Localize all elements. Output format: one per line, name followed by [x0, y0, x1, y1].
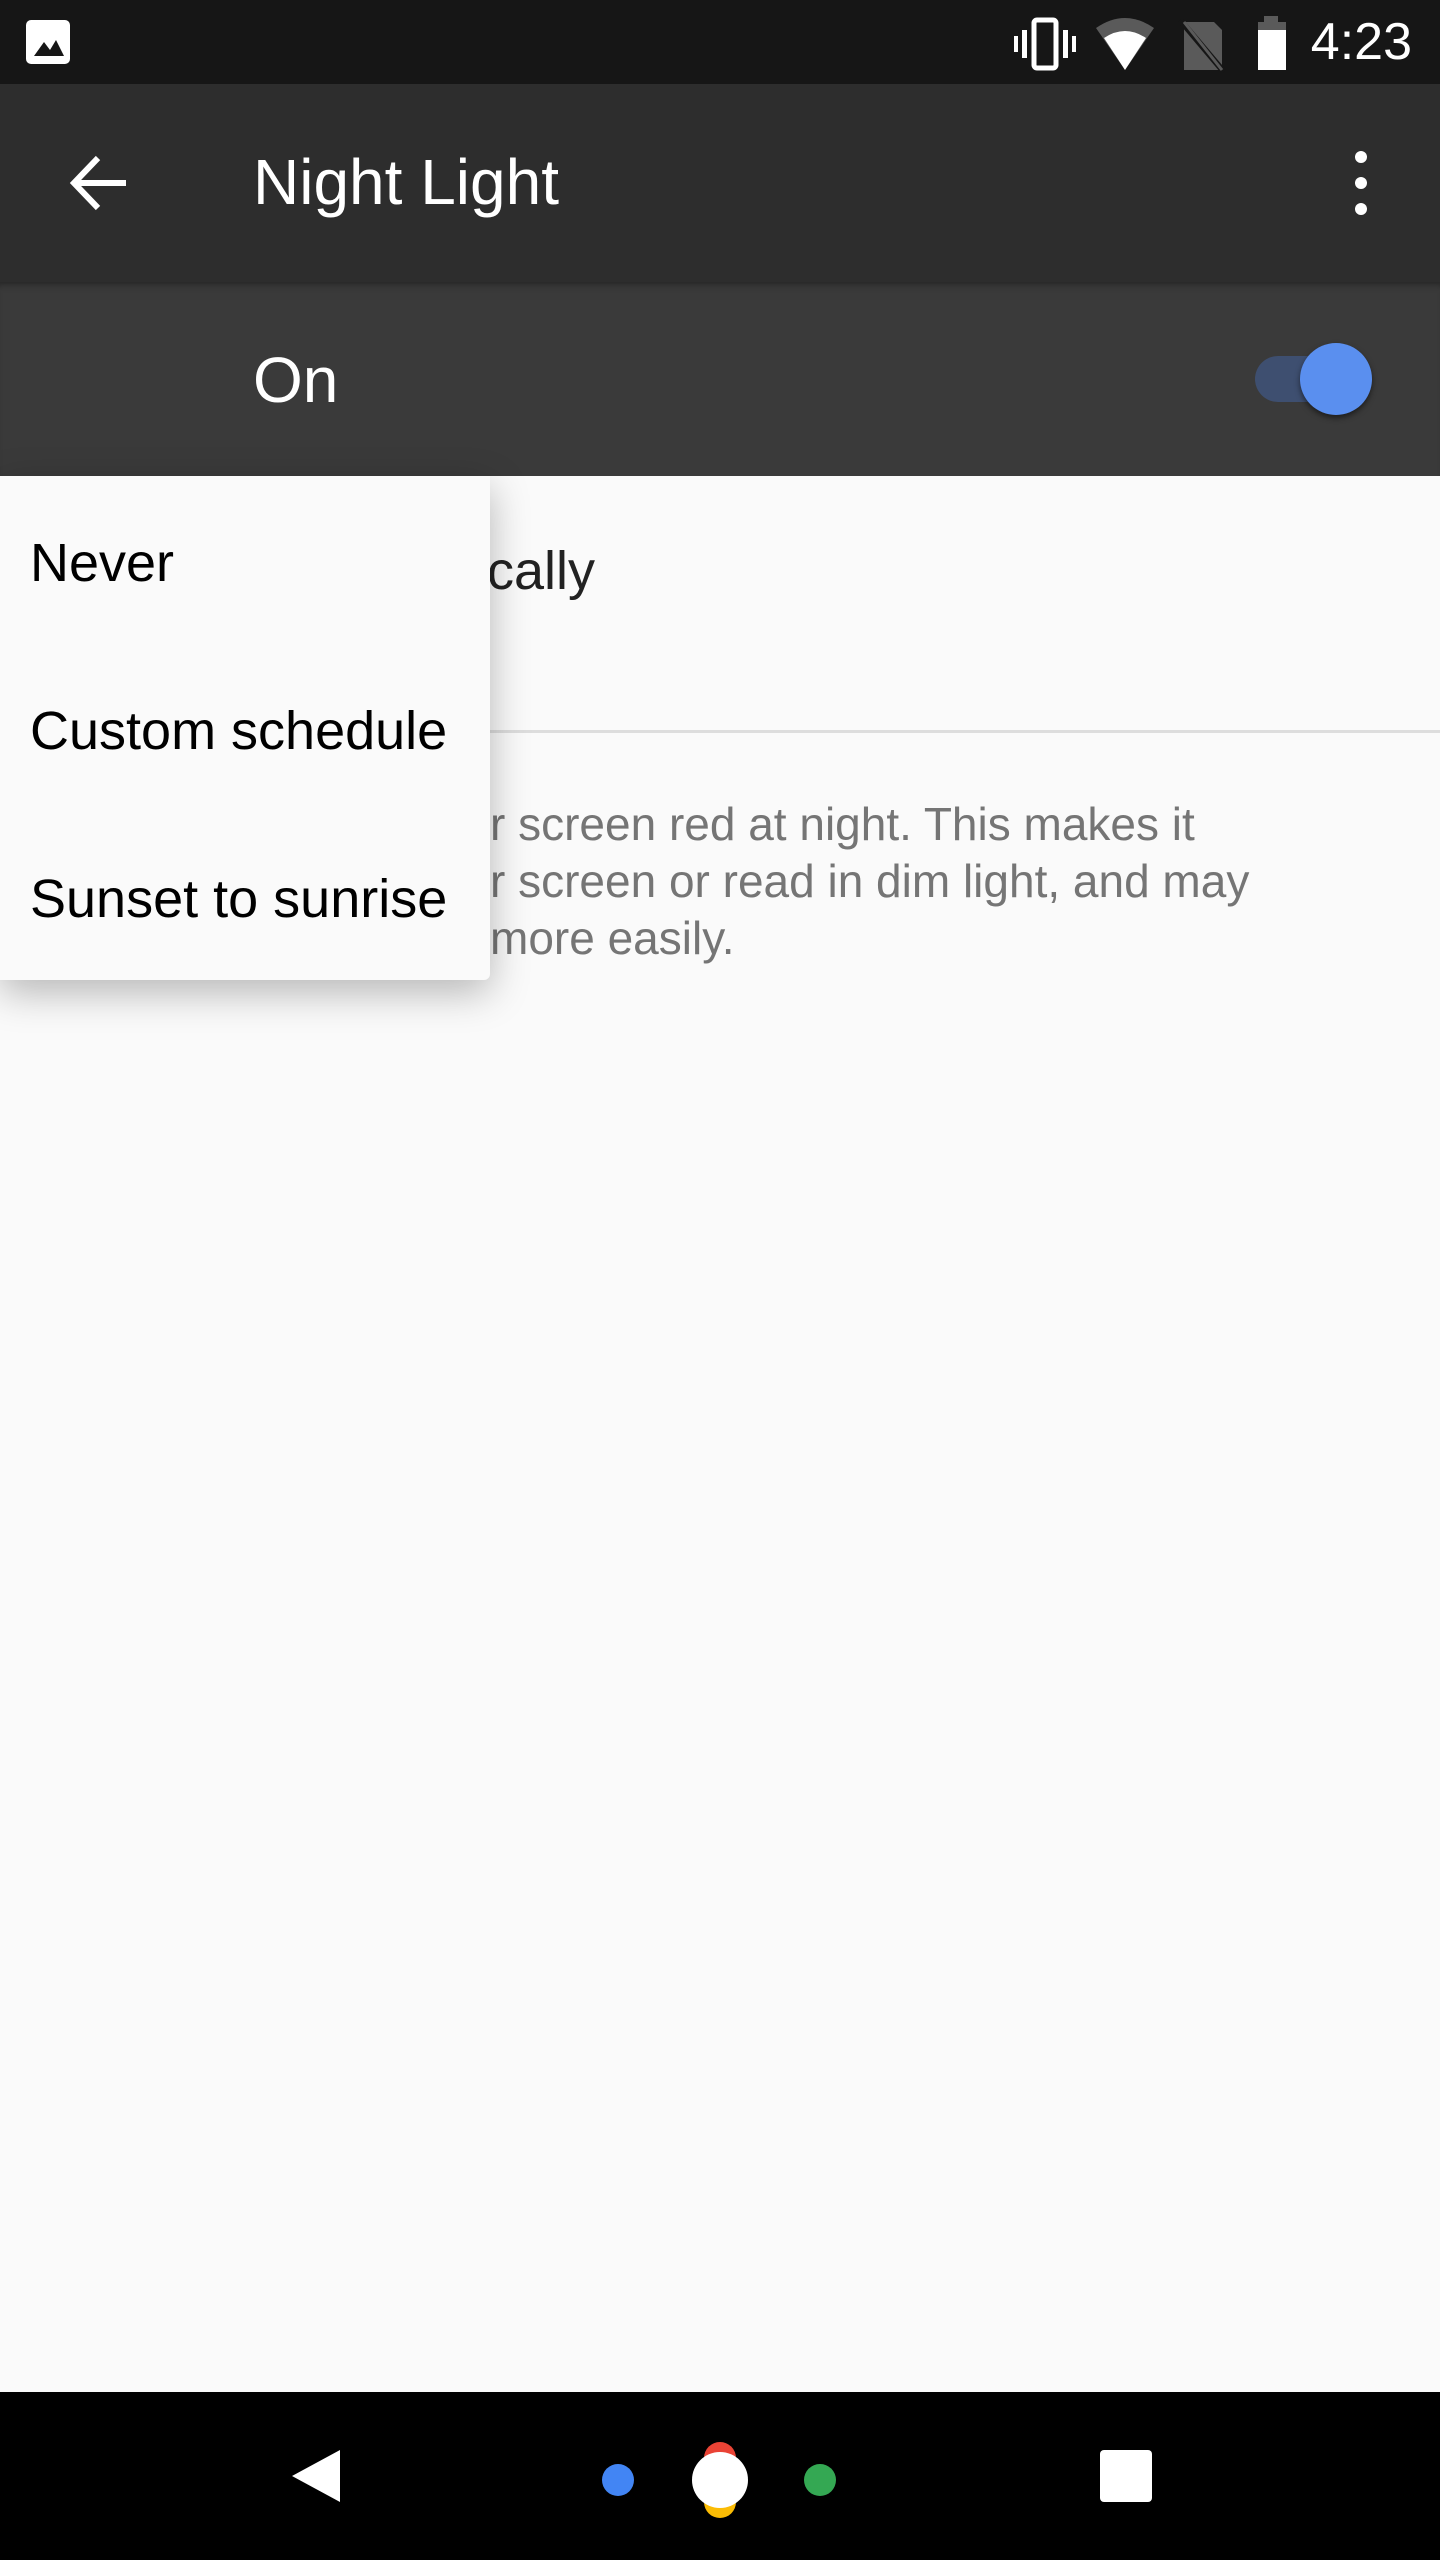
- recents-square-icon[interactable]: [1098, 2448, 1154, 2504]
- status-bar: 4:23: [0, 0, 1440, 84]
- wifi-icon: [1096, 18, 1154, 70]
- description-line: r screen red at night. This makes it: [490, 798, 1195, 850]
- description-line: more easily.: [490, 912, 735, 964]
- description-line: r screen or read in dim light, and may: [490, 855, 1250, 907]
- menu-item-sunset-to-sunrise[interactable]: Sunset to sunrise: [30, 864, 447, 934]
- divider: [487, 730, 1440, 733]
- toolbar: Night Light: [0, 84, 1440, 282]
- back-triangle-icon[interactable]: [288, 2446, 344, 2506]
- no-sim-icon: [1178, 18, 1227, 74]
- assistant-home-icon[interactable]: [590, 2432, 840, 2528]
- arrow-back-icon[interactable]: [64, 150, 134, 216]
- clock: 4:23: [1310, 13, 1412, 71]
- master-switch-bar[interactable]: [0, 282, 1440, 476]
- navigation-bar: [0, 2392, 1440, 2560]
- schedule-dropdown-menu: Never Custom schedule Sunset to sunrise: [0, 476, 490, 980]
- image-notification-icon: [26, 20, 70, 64]
- battery-icon: [1258, 16, 1286, 70]
- vibrate-icon: [1014, 17, 1076, 71]
- page-title: Night Light: [253, 146, 559, 218]
- more-vert-icon[interactable]: [1344, 148, 1378, 218]
- menu-item-custom-schedule[interactable]: Custom schedule: [30, 696, 447, 766]
- master-switch-label: On: [253, 344, 339, 416]
- menu-item-never[interactable]: Never: [30, 528, 174, 598]
- turn-on-automatically-label[interactable]: cally: [487, 540, 595, 602]
- switch-thumb[interactable]: [1300, 343, 1372, 415]
